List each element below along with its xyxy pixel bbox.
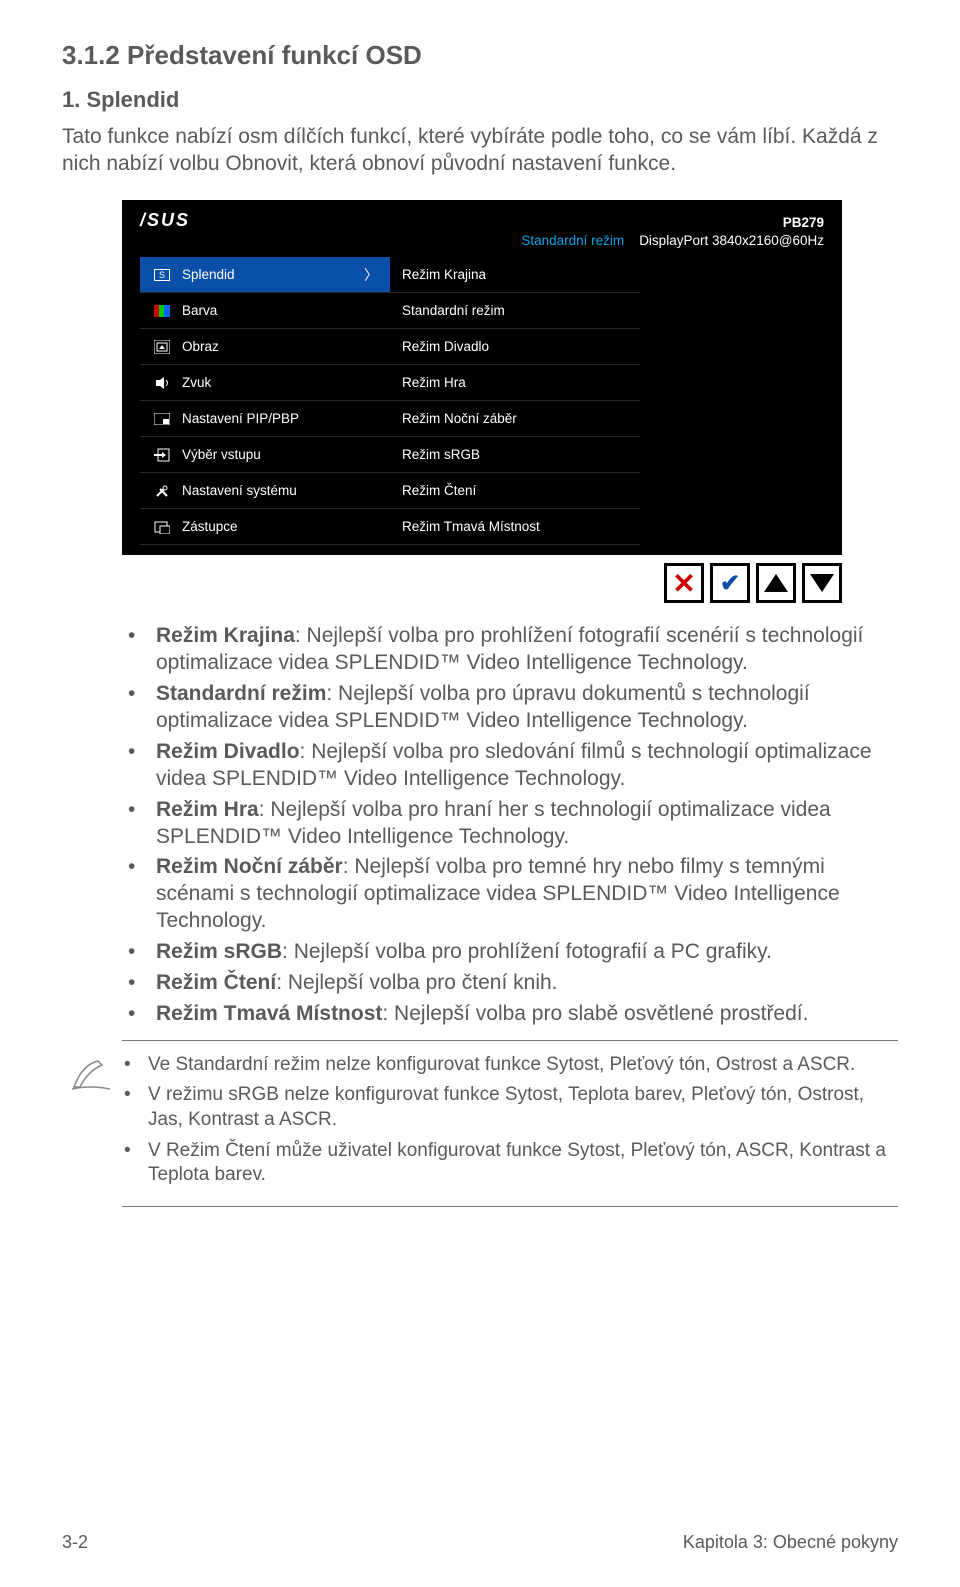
check-icon: ✔ [720,569,740,598]
image-icon [152,339,172,355]
intro-paragraph: Tato funkce nabízí osm dílčích funkcí, k… [62,123,898,178]
osd-menu-label: Nastavení systému [182,483,378,498]
page-footer: 3-2 Kapitola 3: Obecné pokyny [0,1532,960,1553]
osd-option[interactable]: Režim Hra [390,365,640,401]
splendid-icon: S [152,267,172,283]
note-list: Ve Standardní režim nelze konfigurovat f… [120,1053,898,1194]
osd-menu-pip[interactable]: Nastavení PIP/PBP [140,401,390,437]
down-button[interactable] [802,563,842,603]
osd-model-label: PB279 [140,214,824,233]
shortcut-icon [152,519,172,535]
osd-panel: /SUS PB279 Standardní režim DisplayPort … [122,200,842,556]
chevron-right-icon: 〉 [364,265,378,285]
osd-menu-label: Obraz [182,339,378,354]
osd-menu-label: Nastavení PIP/PBP [182,411,378,426]
up-button[interactable] [756,563,796,603]
list-item: Režim Noční záběr: Nejlepší volba pro te… [122,854,898,935]
close-icon: ✕ [672,567,695,600]
osd-option[interactable]: Režim Krajina [390,257,640,293]
osd-option[interactable]: Režim Noční záběr [390,401,640,437]
close-button[interactable]: ✕ [664,563,704,603]
osd-option[interactable]: Režim Divadlo [390,329,640,365]
divider [122,1040,898,1041]
osd-menu-system[interactable]: Nastavení systému [140,473,390,509]
speaker-icon [152,375,172,391]
osd-menu-shortcut[interactable]: Zástupce [140,509,390,545]
osd-right-column: Režim Krajina Standardní režim Režim Div… [390,257,640,545]
osd-status-mode: Standardní režim [521,233,624,248]
osd-menu-label: Zvuk [182,375,378,390]
note-block: Ve Standardní režim nelze konfigurovat f… [62,1053,898,1194]
osd-option[interactable]: Režim Čtení [390,473,640,509]
section-heading: 3.1.2 Představení funkcí OSD [62,40,898,71]
osd-menu-splendid[interactable]: S Splendid 〉 [140,257,390,293]
osd-menu-image[interactable]: Obraz [140,329,390,365]
osd-menu-input[interactable]: Výběr vstupu [140,437,390,473]
osd-option[interactable]: Standardní režim [390,293,640,329]
list-item: Režim Hra: Nejlepší volba pro hraní her … [122,797,898,851]
osd-menu-label: Splendid [182,267,356,282]
brand-logo: /SUS [140,210,190,231]
chapter-label: Kapitola 3: Obecné pokyny [683,1532,898,1553]
item-heading: 1. Splendid [62,87,898,113]
note-pen-icon [62,1053,120,1194]
list-item: Režim Divadlo: Nejlepší volba pro sledov… [122,739,898,793]
confirm-button[interactable]: ✔ [710,563,750,603]
pip-icon [152,411,172,427]
osd-control-buttons: ✕ ✔ [122,563,842,603]
divider [122,1206,898,1207]
color-icon [152,303,172,319]
mode-descriptions: Režim Krajina: Nejlepší volba pro prohlí… [122,623,898,1027]
note-item: V Režim Čtení může uživatel konfigurovat… [120,1139,898,1188]
osd-status-signal: DisplayPort 3840x2160@60Hz [639,233,824,248]
osd-option[interactable]: Režim sRGB [390,437,640,473]
osd-menu-sound[interactable]: Zvuk [140,365,390,401]
osd-menu-color[interactable]: Barva [140,293,390,329]
list-item: Režim Čtení: Nejlepší volba pro čtení kn… [122,970,898,997]
list-item: Režim Tmavá Místnost: Nejlepší volba pro… [122,1001,898,1028]
list-item: Režim sRGB: Nejlepší volba pro prohlížen… [122,939,898,966]
input-icon [152,447,172,463]
tools-icon [152,483,172,499]
triangle-down-icon [810,574,834,592]
note-item: V režimu sRGB nelze konfigurovat funkce … [120,1083,898,1132]
list-item: Režim Krajina: Nejlepší volba pro prohlí… [122,623,898,677]
osd-menu-label: Barva [182,303,378,318]
osd-left-column: S Splendid 〉 Barva Obraz [140,257,390,545]
osd-menu-label: Zástupce [182,519,378,534]
osd-option[interactable]: Režim Tmavá Místnost [390,509,640,545]
list-item: Standardní režim: Nejlepší volba pro úpr… [122,681,898,735]
triangle-up-icon [764,574,788,592]
page-number: 3-2 [62,1532,88,1553]
osd-menu-label: Výběr vstupu [182,447,378,462]
note-item: Ve Standardní režim nelze konfigurovat f… [120,1053,898,1078]
